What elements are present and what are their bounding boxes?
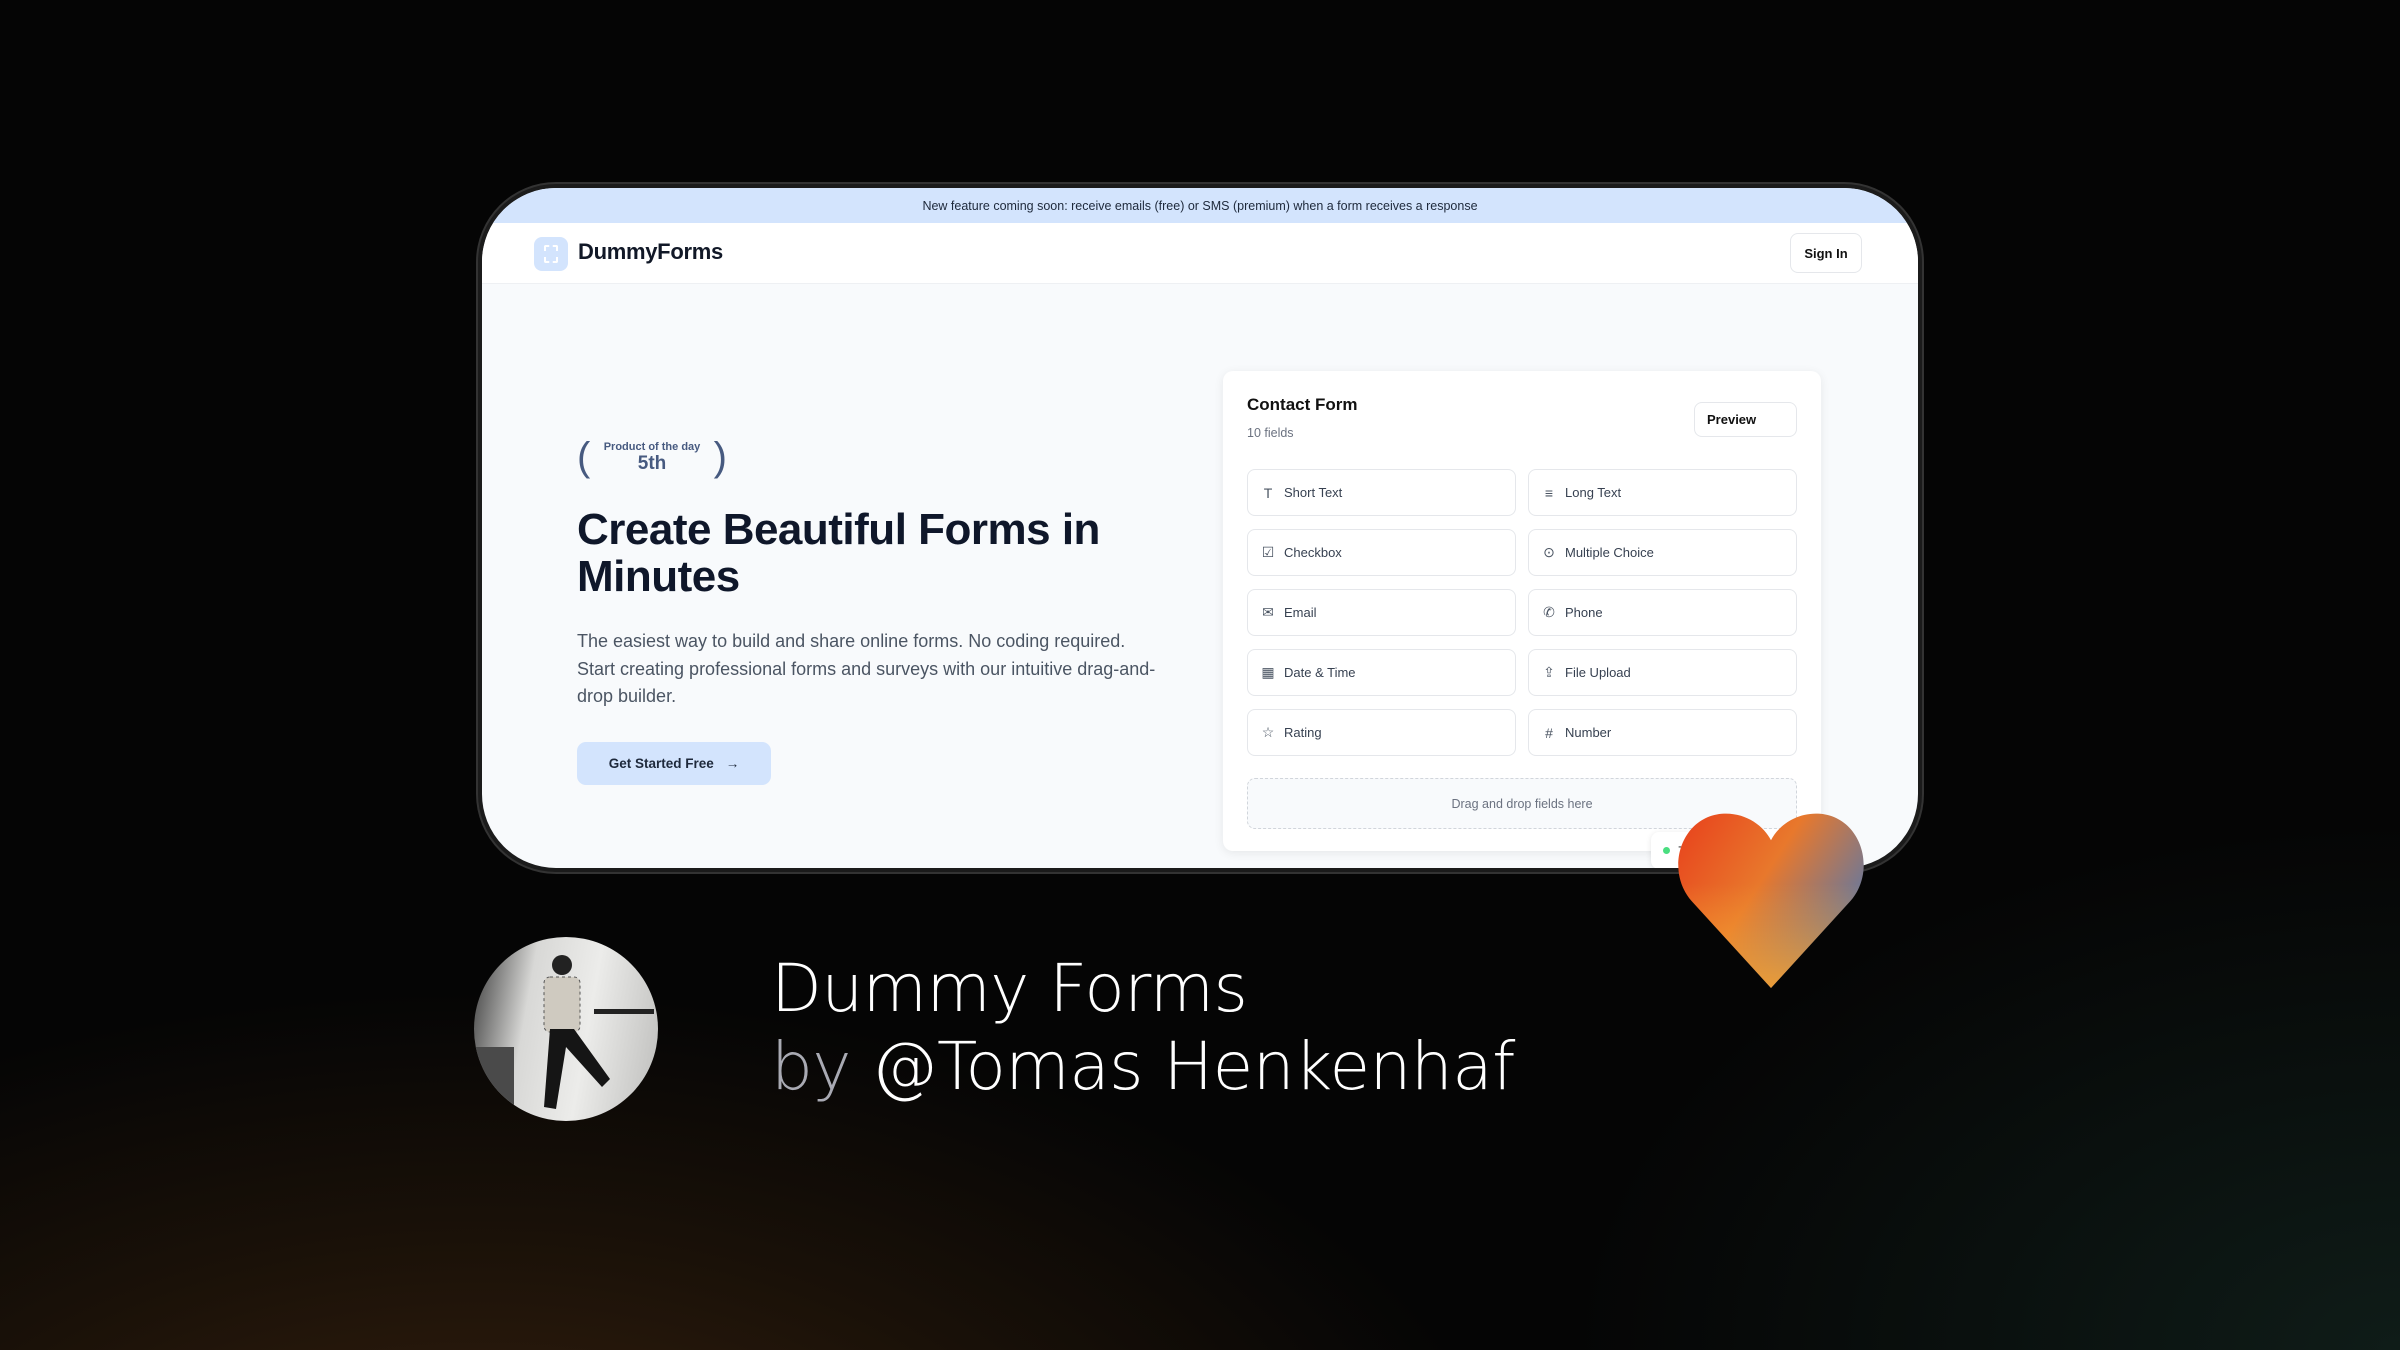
status-dot bbox=[1663, 847, 1670, 854]
author-avatar bbox=[474, 937, 658, 1121]
cta-label: Get Started Free bbox=[608, 756, 714, 771]
field-label: Number bbox=[1565, 725, 1612, 740]
field-phone[interactable]: ✆ Phone bbox=[1528, 589, 1797, 636]
preview-button[interactable]: Preview bbox=[1694, 402, 1797, 437]
banner-text: New feature coming soon: receive emails … bbox=[922, 198, 1478, 213]
laurel-right-icon: ) bbox=[713, 435, 727, 479]
field-label: Phone bbox=[1565, 605, 1603, 620]
field-label: Rating bbox=[1284, 725, 1322, 740]
arrow-right-icon: → bbox=[725, 756, 740, 771]
field-count: 10 fields bbox=[1247, 426, 1294, 440]
heart-icon bbox=[1678, 813, 1864, 988]
laurel-left-icon: ( bbox=[577, 435, 591, 479]
site-header: DummyForms Sign In bbox=[482, 223, 1918, 284]
field-label: Email bbox=[1284, 605, 1317, 620]
field-label: Checkbox bbox=[1284, 545, 1342, 560]
upload-icon: ⇪ bbox=[1543, 664, 1555, 680]
star-icon: ☆ bbox=[1261, 724, 1275, 740]
author-name: @Tomas Henkenhaf bbox=[871, 1028, 1515, 1105]
field-label: Multiple Choice bbox=[1565, 545, 1654, 560]
by-label: by bbox=[771, 1028, 851, 1105]
product-name: Dummy Forms bbox=[771, 950, 1248, 1027]
text-type-icon: T bbox=[1263, 484, 1273, 501]
logo-icon[interactable] bbox=[534, 237, 568, 271]
award-rank: 5th bbox=[637, 453, 667, 474]
field-rating[interactable]: ☆ Rating bbox=[1247, 709, 1516, 756]
field-long-text[interactable]: ≡ Long Text bbox=[1528, 469, 1797, 516]
brand-name[interactable]: DummyForms bbox=[578, 239, 723, 265]
product-of-day-badge: ( Product of the day 5th ) bbox=[577, 433, 727, 481]
checkbox-icon: ☑ bbox=[1261, 544, 1275, 560]
field-file-upload[interactable]: ⇪ File Upload bbox=[1528, 649, 1797, 696]
form-title: Contact Form bbox=[1247, 395, 1358, 414]
hero-title: Create Beautiful Forms in Minutes bbox=[577, 505, 1100, 601]
mail-icon: ✉ bbox=[1262, 604, 1274, 620]
field-number[interactable]: # Number bbox=[1528, 709, 1797, 756]
hash-icon: # bbox=[1545, 724, 1553, 741]
field-label: File Upload bbox=[1565, 665, 1631, 680]
field-palette: T Short Text ≡ Long Text ☑ Checkbox ⊙ Multip… bbox=[1247, 469, 1797, 756]
field-label: Short Text bbox=[1284, 485, 1343, 500]
get-started-button[interactable]: Get Started Free → bbox=[577, 742, 771, 785]
product-credit: Dummy Forms by @Tomas Henkenhaf bbox=[771, 950, 1515, 1106]
field-checkbox[interactable]: ☑ Checkbox bbox=[1247, 529, 1516, 576]
announcement-banner: New feature coming soon: receive emails … bbox=[482, 188, 1918, 223]
browser-preview: New feature coming soon: receive emails … bbox=[478, 184, 1922, 872]
form-builder-preview: Contact Form 10 fields Preview T Short Te… bbox=[1223, 371, 1821, 851]
avatar-photo bbox=[474, 955, 654, 1121]
award-label: Product of the day bbox=[603, 441, 701, 453]
author-line: by @Tomas Henkenhaf bbox=[771, 1028, 1515, 1106]
calendar-icon: ▦ bbox=[1261, 664, 1275, 680]
field-label: Date & Time bbox=[1284, 665, 1356, 680]
radio-icon: ⊙ bbox=[1543, 544, 1555, 560]
hero-description: The easiest way to build and share onlin… bbox=[577, 631, 1156, 706]
sign-in-button[interactable]: Sign In bbox=[1790, 233, 1862, 273]
align-left-icon: ≡ bbox=[1544, 484, 1554, 501]
field-label: Long Text bbox=[1565, 485, 1622, 500]
field-date-time[interactable]: ▦ Date & Time bbox=[1247, 649, 1516, 696]
field-short-text[interactable]: T Short Text bbox=[1247, 469, 1516, 516]
phone-icon: ✆ bbox=[1543, 604, 1555, 620]
field-email[interactable]: ✉ Email bbox=[1247, 589, 1516, 636]
field-multiple-choice[interactable]: ⊙ Multiple Choice bbox=[1528, 529, 1797, 576]
